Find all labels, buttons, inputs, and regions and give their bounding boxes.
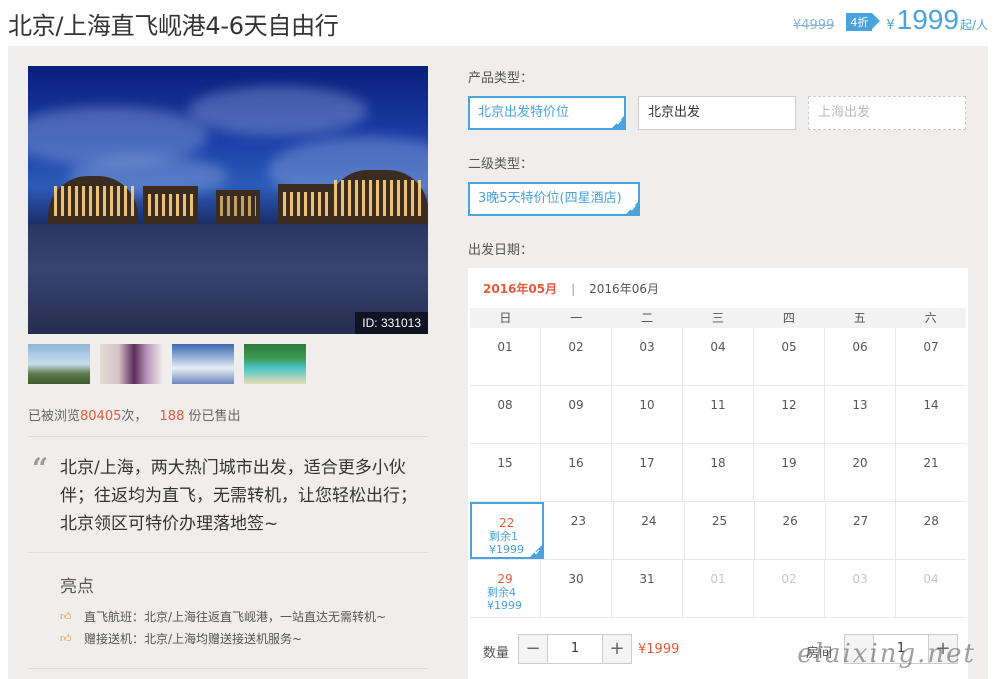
calendar-day: 07 xyxy=(923,340,939,354)
thumbs-up-icon: 👍︎ xyxy=(60,609,72,623)
calendar-day: 20 xyxy=(825,444,896,501)
calendar-day: 25 xyxy=(685,502,756,559)
calendar-day: 28 xyxy=(923,514,939,528)
thumbnail-beach-island[interactable] xyxy=(244,344,306,384)
thumbs-up-icon: 👍︎ xyxy=(60,631,72,645)
calendar-week: 22 剩余1 ¥1999 ✔ 23 24 25 26 27 28 xyxy=(470,502,966,560)
tab-month-june[interactable]: 2016年06月 xyxy=(589,280,659,297)
calendar-day: 06 xyxy=(825,328,896,385)
calendar-day: 21 xyxy=(923,456,939,470)
option-beijing[interactable]: 北京出发 xyxy=(638,96,796,130)
departure-date-label: 出发日期： xyxy=(468,243,534,258)
discount-badge: 4折 xyxy=(846,13,881,31)
option-3n5d-special[interactable]: 3晚5天特价位(四星酒店) ✔ xyxy=(468,182,640,216)
quantity-stepper: − 1 + xyxy=(518,634,632,664)
calendar-day: 04 xyxy=(683,328,754,385)
quantity-input[interactable]: 1 xyxy=(547,635,603,663)
calendar-day: 26 xyxy=(755,502,826,559)
photo-id-tag: ID: 331013 xyxy=(355,312,428,334)
thumbnail-strip xyxy=(28,344,306,384)
calendar-day: 01 xyxy=(470,328,541,385)
calendar-day: 15 xyxy=(470,444,541,501)
calendar-day: 27 xyxy=(826,502,897,559)
main-photo[interactable]: ID: 331013 xyxy=(28,66,428,334)
calendar-day: 10 xyxy=(612,386,683,443)
thumbnail-resort-street[interactable] xyxy=(28,344,90,384)
highlight-item: 👍︎ 直飞航班：北京/上海往返直飞岘港，一站直达无需转机~ xyxy=(60,609,387,624)
calendar-day: 09 xyxy=(541,386,612,443)
calendar-week: 08 09 10 11 12 13 14 xyxy=(470,386,966,444)
weekday-header: 日 一 二 三 四 五 六 xyxy=(470,308,966,328)
check-icon: ✔ xyxy=(615,118,623,128)
calendar-day: 13 xyxy=(825,386,896,443)
option-beijing-special[interactable]: 北京出发特价位 ✔ xyxy=(468,96,626,130)
calendar-grid: 01 02 03 04 05 06 07 08 09 10 11 12 13 1… xyxy=(470,328,966,618)
option-shanghai: 上海出发 xyxy=(808,96,966,130)
calendar-day: 02 xyxy=(541,328,612,385)
product-summary: 北京/上海，两大热门城市出发，适合更多小伙伴；往返均为直飞，无需转机，让您轻松出… xyxy=(60,458,417,534)
departure-calendar: 2016年05月 | 2016年06月 日 一 二 三 四 五 六 01 02 … xyxy=(468,268,968,679)
calendar-day: 23 xyxy=(544,502,615,559)
calendar-day: 19 xyxy=(754,444,825,501)
original-price: ¥4999 xyxy=(793,18,835,33)
day-price: ¥1999 xyxy=(487,599,522,612)
quantity-label: 数量 xyxy=(483,646,510,661)
remaining-count: 剩余1 xyxy=(489,530,518,543)
currency-symbol: ¥ xyxy=(886,18,895,33)
price-area: ¥4999 4折 ¥ 1999 起/人 xyxy=(793,4,988,36)
divider xyxy=(28,552,428,553)
quantity-minus-button[interactable]: − xyxy=(519,635,547,663)
calendar-day: 05 xyxy=(754,328,825,385)
watermark: elaixing.net xyxy=(797,639,976,669)
calendar-day-next-month: 03 xyxy=(825,560,896,617)
product-panel: ID: 331013 已被浏览80405次， 188 份已售出 “ 北京/上海，… xyxy=(8,46,988,679)
calendar-day-next-month: 04 xyxy=(923,572,939,586)
calendar-week: 01 02 03 04 05 06 07 xyxy=(470,328,966,386)
highlight-item: 👍︎ 赠接送机：北京/上海均赠送接送机服务~ xyxy=(60,631,303,646)
check-icon: ✔ xyxy=(629,204,637,214)
sold-count: 188 xyxy=(159,409,185,424)
product-type-label: 产品类型： xyxy=(468,71,534,86)
calendar-day: 16 xyxy=(541,444,612,501)
calendar-week: 29 剩余4 ¥1999 30 31 01 02 03 04 xyxy=(470,560,966,618)
divider xyxy=(28,436,428,437)
remaining-count: 剩余4 xyxy=(487,586,516,599)
calendar-day: 14 xyxy=(923,398,939,412)
calendar-day: 31 xyxy=(612,560,683,617)
calendar-day: 12 xyxy=(754,386,825,443)
quote-icon: “ xyxy=(32,452,49,485)
calendar-day: 30 xyxy=(541,560,612,617)
current-price: 1999 xyxy=(896,4,959,35)
thumbnail-sky-clouds[interactable] xyxy=(172,344,234,384)
tab-month-may[interactable]: 2016年05月 xyxy=(483,280,557,297)
calendar-day: 18 xyxy=(683,444,754,501)
divider xyxy=(28,668,428,669)
quantity-price: ¥1999 xyxy=(638,642,680,657)
page-title: 北京/上海直飞岘港4-6天自由行 xyxy=(8,12,339,40)
calendar-day-next-month: 02 xyxy=(754,560,825,617)
month-tabs: 2016年05月 | 2016年06月 xyxy=(483,280,659,297)
calendar-day-next-month: 01 xyxy=(683,560,754,617)
quantity-plus-button[interactable]: + xyxy=(603,635,631,663)
check-icon: ✔ xyxy=(533,548,541,557)
sub-type-label: 二级类型： xyxy=(468,157,534,172)
calendar-day: 11 xyxy=(683,386,754,443)
price-unit: 起/人 xyxy=(959,18,988,32)
thumbnail-bedroom[interactable] xyxy=(100,344,162,384)
calendar-day-available-selected[interactable]: 22 剩余1 ¥1999 ✔ xyxy=(470,502,544,559)
calendar-day: 17 xyxy=(612,444,683,501)
calendar-day-available[interactable]: 29 剩余4 ¥1999 xyxy=(470,560,541,617)
day-price: ¥1999 xyxy=(489,543,524,556)
calendar-week: 15 16 17 18 19 20 21 xyxy=(470,444,966,502)
calendar-day: 03 xyxy=(612,328,683,385)
view-stats: 已被浏览80405次， 188 份已售出 xyxy=(28,409,241,424)
calendar-day: 24 xyxy=(614,502,685,559)
view-count: 80405 xyxy=(80,409,122,424)
calendar-day: 08 xyxy=(470,386,541,443)
highlights-title: 亮点 xyxy=(60,577,94,597)
